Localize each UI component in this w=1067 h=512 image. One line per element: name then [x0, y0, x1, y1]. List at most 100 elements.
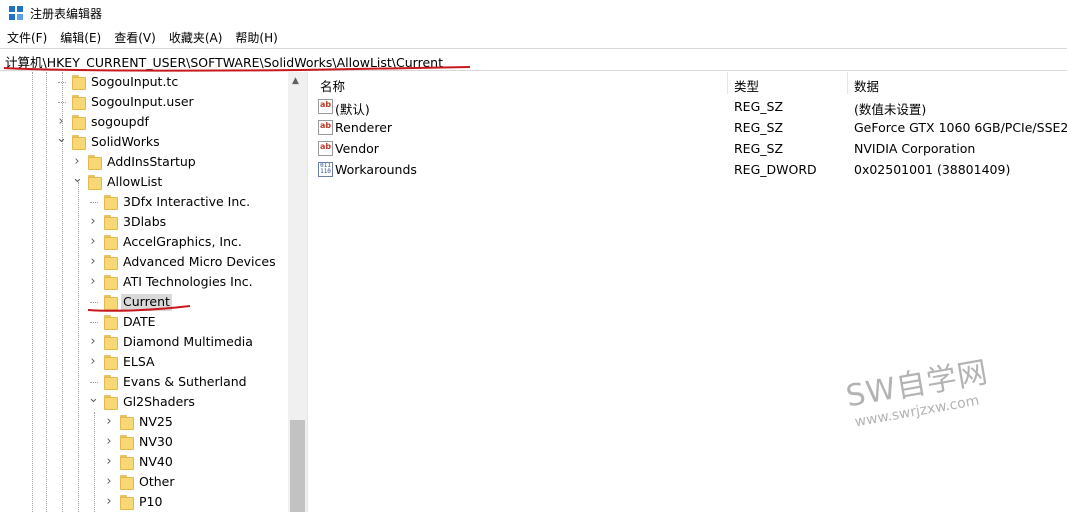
value-name: Workarounds	[335, 162, 417, 177]
tree-node-label: 3Dlabs	[123, 214, 167, 229]
tree-node[interactable]: ⌄ Gl2Shaders	[0, 392, 288, 412]
folder-icon	[104, 354, 118, 370]
folder-icon	[120, 494, 134, 510]
folder-icon	[72, 114, 86, 130]
regedit-app-icon	[9, 6, 24, 21]
menu-bar: 文件(F) 编辑(E) 查看(V) 收藏夹(A) 帮助(H)	[0, 27, 284, 47]
window-title: 注册表编辑器	[30, 7, 103, 21]
value-row[interactable]: ab (默认) REG_SZ (数值未设置)	[313, 96, 1067, 117]
tree-node-label: AllowList	[107, 174, 163, 189]
folder-icon	[72, 94, 86, 110]
tree-node-label: ELSA	[123, 354, 155, 369]
tree-scrollbar[interactable]: ▲	[288, 72, 307, 512]
tree-node-label: DATE	[123, 314, 156, 329]
tree-node[interactable]: › P10	[0, 492, 288, 512]
value-data: (数值未设置)	[854, 102, 927, 117]
menu-file[interactable]: 文件(F)	[0, 27, 53, 47]
tree-node[interactable]: › ELSA	[0, 352, 288, 372]
collapse-chevron-icon[interactable]: ⌄	[72, 172, 83, 186]
tree-node-label: SolidWorks	[91, 134, 160, 149]
folder-icon	[120, 474, 134, 490]
expand-chevron-icon[interactable]: ›	[104, 495, 114, 509]
expand-chevron-icon[interactable]: ›	[88, 215, 98, 229]
current-annotation-underline	[87, 305, 191, 312]
expand-chevron-icon[interactable]: ›	[88, 235, 98, 249]
value-type: REG_DWORD	[734, 162, 817, 177]
tree-node[interactable]: SogouInput.user	[0, 92, 288, 112]
tree-node[interactable]: › Other	[0, 472, 288, 492]
scroll-thumb[interactable]	[290, 420, 305, 512]
value-data: GeForce GTX 1060 6GB/PCIe/SSE2	[854, 120, 1067, 135]
column-header-data[interactable]: 数据	[854, 76, 879, 94]
value-name: Vendor	[335, 141, 379, 156]
column-header-type[interactable]: 类型	[734, 76, 759, 94]
menu-view[interactable]: 查看(V)	[107, 27, 162, 47]
tree-node-label: NV25	[139, 414, 173, 429]
folder-icon	[104, 314, 118, 330]
collapse-chevron-icon[interactable]: ⌄	[56, 132, 67, 146]
column-header-name[interactable]: 名称	[320, 76, 345, 94]
expand-chevron-icon[interactable]: ›	[104, 475, 114, 489]
key-tree-pane[interactable]: SogouInput.tc SogouInput.user › sogoupdf ⌄ So…	[0, 72, 307, 512]
tree-connector	[90, 322, 98, 323]
folder-icon	[104, 394, 118, 410]
folder-icon	[120, 414, 134, 430]
tree-node[interactable]: 3Dfx Interactive Inc.	[0, 192, 288, 212]
tree-node-label: Gl2Shaders	[123, 394, 195, 409]
collapse-chevron-icon[interactable]: ⌄	[88, 392, 99, 406]
expand-chevron-icon[interactable]: ›	[104, 415, 114, 429]
tree-connector	[90, 382, 98, 383]
expand-chevron-icon[interactable]: ›	[104, 455, 114, 469]
tree-node[interactable]: ⌄ AllowList	[0, 172, 288, 192]
values-pane[interactable]: 名称 类型 数据 ab (默认) REG_SZ (数值未设置) ab Rende…	[313, 72, 1067, 512]
value-row[interactable]: ab Renderer REG_SZ GeForce GTX 1060 6GB/…	[313, 117, 1067, 138]
value-row[interactable]: ab Vendor REG_SZ NVIDIA Corporation	[313, 138, 1067, 159]
folder-icon	[104, 334, 118, 350]
tree-node-label: Evans & Sutherland	[123, 374, 247, 389]
tree-node[interactable]: ⌄ SolidWorks	[0, 132, 288, 152]
value-data: 0x02501001 (38801409)	[854, 162, 1011, 177]
expand-chevron-icon[interactable]: ›	[56, 115, 66, 129]
tree-node[interactable]: › 3Dlabs	[0, 212, 288, 232]
scroll-up-arrow-icon[interactable]: ▲	[292, 76, 299, 86]
expand-chevron-icon[interactable]: ›	[72, 155, 82, 169]
tree-node-label: 3Dfx Interactive Inc.	[123, 194, 251, 209]
tree-node[interactable]: › NV30	[0, 432, 288, 452]
tree-node[interactable]: › sogoupdf	[0, 112, 288, 132]
folder-icon	[120, 434, 134, 450]
menu-edit[interactable]: 编辑(E)	[53, 27, 107, 47]
tree-node[interactable]: › Diamond Multimedia	[0, 332, 288, 352]
tree-node-label: NV30	[139, 434, 173, 449]
tree-node-label: Other	[139, 474, 175, 489]
column-separator[interactable]	[847, 72, 848, 94]
tree-node[interactable]: › AccelGraphics, Inc.	[0, 232, 288, 252]
tree-node[interactable]: › Advanced Micro Devices	[0, 252, 288, 272]
expand-chevron-icon[interactable]: ›	[88, 355, 98, 369]
tree-connector	[90, 202, 98, 203]
menu-favorites[interactable]: 收藏夹(A)	[162, 27, 229, 47]
expand-chevron-icon[interactable]: ›	[104, 435, 114, 449]
tree-node-label: Diamond Multimedia	[123, 334, 253, 349]
title-bar: 注册表编辑器	[0, 0, 1067, 26]
tree-node-label: P10	[139, 494, 163, 509]
tree-node[interactable]: › NV25	[0, 412, 288, 432]
tree-node[interactable]: Evans & Sutherland	[0, 372, 288, 392]
string-value-icon: ab	[318, 141, 333, 156]
column-separator[interactable]	[727, 72, 728, 94]
expand-chevron-icon[interactable]: ›	[88, 275, 98, 289]
expand-chevron-icon[interactable]: ›	[88, 255, 98, 269]
tree-node[interactable]: › ATI Technologies Inc.	[0, 272, 288, 292]
value-row[interactable]: 011 110 Workarounds REG_DWORD 0x02501001…	[313, 159, 1067, 180]
tree-node-label: Advanced Micro Devices	[123, 254, 276, 269]
value-name: Renderer	[335, 120, 393, 135]
tree-node-label: ATI Technologies Inc.	[123, 274, 253, 289]
tree-node[interactable]: › AddInsStartup	[0, 152, 288, 172]
tree-node-label: AddInsStartup	[107, 154, 196, 169]
tree-node[interactable]: › NV40	[0, 452, 288, 472]
tree-node[interactable]: SogouInput.tc	[0, 72, 288, 92]
value-name: (默认)	[335, 102, 370, 117]
expand-chevron-icon[interactable]: ›	[88, 335, 98, 349]
binary-value-icon: 011 110	[318, 162, 333, 177]
menu-help[interactable]: 帮助(H)	[228, 27, 283, 47]
folder-icon	[104, 254, 118, 270]
